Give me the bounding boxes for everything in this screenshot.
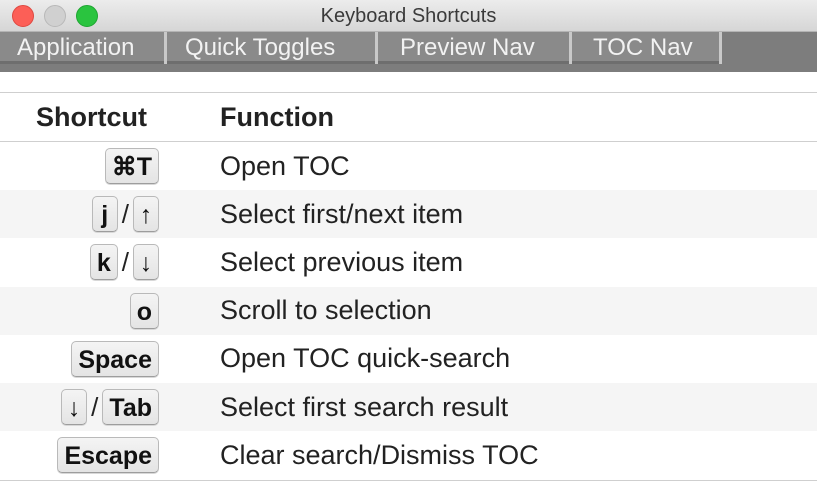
shortcut-keys: ↓ / Tab [0,389,160,426]
column-header-shortcut[interactable]: Shortcut [0,102,160,133]
key-cap: k [89,244,118,281]
shortcut-keys: ⌘T [0,148,160,185]
shortcut-keys: Escape [0,437,160,474]
table-row[interactable]: Escape Clear search/Dismiss TOC [0,431,817,480]
up-arrow-key-icon: ↑ [133,196,159,233]
down-arrow-key-icon: ↓ [61,389,88,426]
table-row[interactable]: k / ↓ Select previous item [0,238,817,287]
table-row[interactable]: Space Open TOC quick-search [0,334,817,383]
function-cell: Select first search result [220,391,509,422]
column-header-function[interactable]: Function [160,102,334,133]
key-separator: / [121,246,129,277]
table-row[interactable]: ↓ / Tab Select first search result [0,382,817,432]
function-cell: Select first/next item [220,198,464,229]
function-cell: Scroll to selection [220,295,432,326]
table-row[interactable]: j / ↑ Select first/next item [0,190,817,239]
title-bar: Keyboard Shortcuts [0,0,817,32]
tab-bar: Application Quick Toggles Preview Nav TO… [0,32,817,72]
tab-application[interactable]: Application [0,32,167,64]
shortcuts-table: Shortcut Function ⌘T Open TOC j / ↑ Sele… [0,92,817,481]
keyboard-shortcuts-window: Keyboard Shortcuts Application Quick Tog… [0,0,817,481]
tab-quick-toggles[interactable]: Quick Toggles [167,32,378,64]
key-separator: / [121,198,129,229]
function-cell: Clear search/Dismiss TOC [220,439,539,470]
tab-toc-nav[interactable]: TOC Nav [572,32,722,64]
key-cap: Space [71,340,159,377]
function-cell: Open TOC [220,150,350,181]
table-body: ⌘T Open TOC j / ↑ Select first/next item… [0,142,817,480]
shortcut-keys: j / ↑ [0,196,160,233]
table-header: Shortcut Function [0,93,817,142]
key-cap: o [129,292,159,329]
function-cell: Select previous item [220,246,464,277]
shortcut-keys: k / ↓ [0,244,160,281]
down-arrow-key-icon: ↓ [133,244,159,281]
key-separator: / [91,391,99,422]
shortcut-keys: o [0,292,160,329]
function-cell: Open TOC quick-search [220,343,511,374]
key-cap: ⌘T [104,148,159,185]
table-row[interactable]: ⌘T Open TOC [0,142,817,191]
table-row[interactable]: o Scroll to selection [0,286,817,335]
shortcut-keys: Space [0,340,160,377]
key-cap: j [91,196,118,233]
key-cap: Escape [57,437,159,474]
key-cap: Tab [102,389,159,426]
tab-preview-nav[interactable]: Preview Nav [378,32,572,64]
window-title: Keyboard Shortcuts [320,5,497,27]
